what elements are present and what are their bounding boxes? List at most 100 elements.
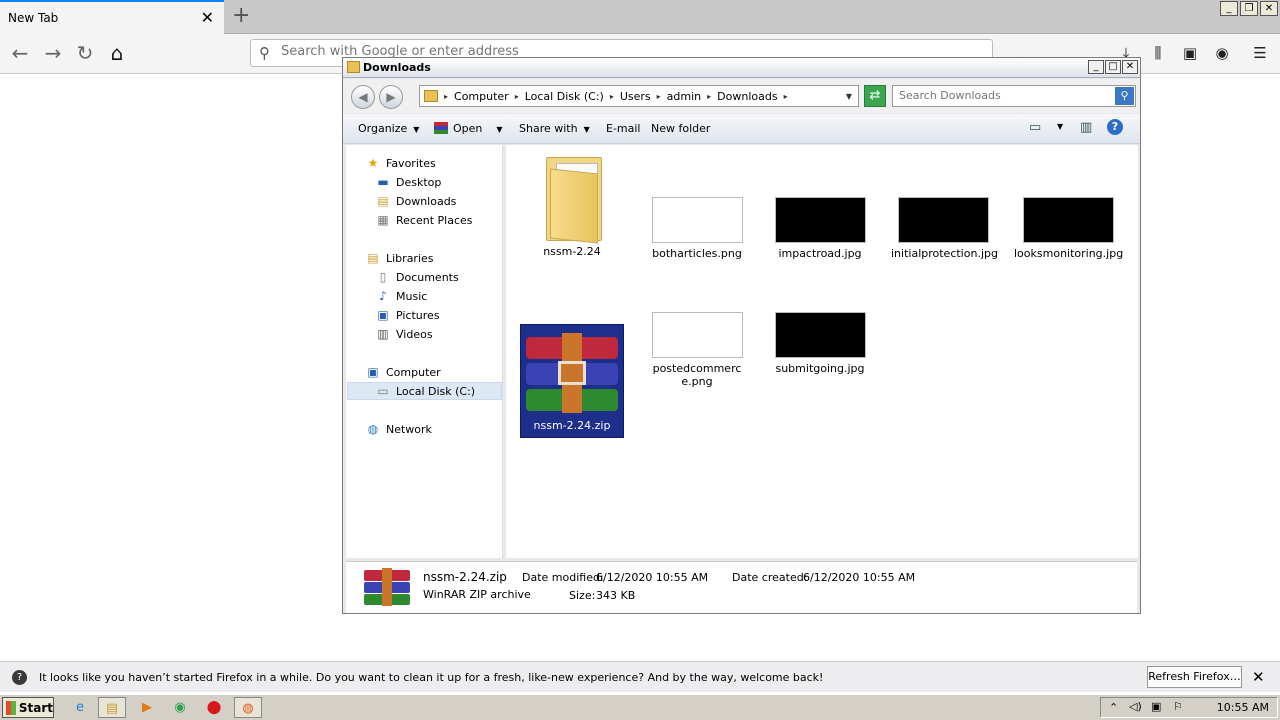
navigation-pane: ★ Favorites ▬ Desktop ▤ Downloads ▦ Recent P… [346, 145, 503, 558]
chevron-right-icon[interactable]: ▸ [444, 92, 448, 101]
change-view-icon[interactable]: ▭ [1029, 120, 1041, 135]
home-icon[interactable]: ⌂ [102, 38, 132, 68]
maximize-button[interactable]: □ [1105, 60, 1121, 74]
file-item[interactable]: submitgoing.jpg [768, 312, 872, 375]
file-item[interactable]: impactroad.jpg [768, 197, 872, 260]
search-icon[interactable]: ⚲ [1115, 87, 1134, 105]
nav-downloads[interactable]: ▤ Downloads [375, 192, 456, 210]
nav-label: Local Disk (C:) [396, 384, 476, 398]
preview-pane-icon[interactable]: ▥ [1080, 120, 1092, 135]
nav-documents[interactable]: ▯ Documents [375, 268, 459, 286]
nav-computer[interactable]: ▣ Computer [365, 363, 440, 381]
chevron-down-icon[interactable]: ▼ [846, 92, 852, 101]
email-button[interactable]: E-mail [606, 122, 641, 135]
breadcrumb-item[interactable]: Users [620, 90, 651, 103]
file-item[interactable]: looksmonitoring.jpg [1014, 197, 1123, 260]
flag-icon[interactable]: ⚐ [1173, 700, 1183, 713]
sidebar-icon[interactable]: ▣ [1176, 38, 1204, 68]
new-tab-plus-icon[interactable]: + [232, 3, 250, 28]
file-item-selected[interactable]: nssm-2.24.zip [520, 324, 624, 438]
ie-icon[interactable]: e [66, 697, 94, 718]
chevron-right-icon[interactable]: ▸ [610, 92, 614, 101]
speaker-icon[interactable]: ◁) [1129, 700, 1142, 713]
chevron-right-icon[interactable]: ▸ [707, 92, 711, 101]
close-icon[interactable]: ✕ [1252, 668, 1265, 686]
close-tab-icon[interactable]: ✕ [201, 8, 214, 27]
library-icon[interactable]: ⫼ [1144, 38, 1172, 68]
file-name: postedcommerce.png [652, 362, 742, 388]
help-icon[interactable]: ? [1107, 119, 1123, 135]
detail-date-created-label: Date created: [732, 571, 808, 584]
explorer-window: Downloads _ □ ✕ ◀ ▶ ▸ Computer ▸ Local D… [342, 57, 1141, 614]
minimize-button[interactable]: _ [1220, 1, 1238, 16]
nav-local-disk[interactable]: ▭ Local Disk (C:) [347, 382, 502, 400]
refresh-button[interactable]: ⇄ [864, 85, 886, 107]
search-input[interactable] [899, 89, 1109, 102]
breadcrumb-item[interactable]: admin [667, 90, 701, 103]
account-icon[interactable]: ◉ [1208, 38, 1236, 68]
firefox-taskbar-icon[interactable]: ◍ [234, 697, 262, 718]
menu-icon[interactable]: ☰ [1246, 38, 1274, 68]
new-folder-button[interactable]: New folder [651, 122, 710, 135]
documents-icon: ▯ [379, 270, 387, 284]
start-label: Start [18, 700, 53, 715]
image-thumbnail [651, 197, 743, 243]
file-item[interactable]: nssm-2.24 [520, 151, 624, 258]
nav-recent-places[interactable]: ▦ Recent Places [375, 211, 472, 229]
nav-music[interactable]: ♪ Music [375, 287, 427, 305]
nav-label: Network [386, 422, 432, 436]
question-icon: ? [12, 670, 27, 685]
back-arrow-icon[interactable]: ← [5, 38, 35, 68]
start-button[interactable]: Start [2, 697, 54, 718]
breadcrumb-item[interactable]: Downloads [717, 90, 777, 103]
share-with-button[interactable]: Share with ▼ [519, 122, 590, 135]
nav-libraries[interactable]: ▤ Libraries [365, 249, 433, 267]
forward-arrow-icon[interactable]: → [38, 38, 68, 68]
breadcrumb[interactable]: ▸ Computer ▸ Local Disk (C:) ▸ Users ▸ a… [419, 85, 859, 107]
nav-videos[interactable]: ▥ Videos [375, 325, 432, 343]
chrome-icon[interactable]: ◉ [166, 697, 194, 718]
restore-button[interactable]: ❐ [1240, 1, 1258, 16]
nav-favorites[interactable]: ★ Favorites [365, 154, 436, 172]
chevron-right-icon[interactable]: ▸ [657, 92, 661, 101]
file-item[interactable]: postedcommerce.png [645, 312, 749, 388]
opera-icon[interactable]: ⬤ [200, 697, 228, 718]
image-thumbnail [774, 312, 866, 358]
search-box[interactable]: ⚲ [892, 85, 1136, 107]
open-button[interactable]: Open ▼ [434, 122, 503, 135]
clock[interactable]: 10:55 AM [1217, 701, 1269, 714]
network-tray-icon[interactable]: ▣ [1151, 700, 1161, 713]
close-window-button[interactable]: ✕ [1260, 1, 1278, 16]
file-name: submitgoing.jpg [775, 362, 865, 375]
file-name: botharticles.png [652, 247, 742, 260]
file-item[interactable]: initialprotection.jpg [891, 197, 998, 260]
detail-size-label: Size: [569, 589, 596, 602]
explorer-title-bar[interactable]: Downloads _ □ ✕ [343, 58, 1140, 78]
tab-new-tab[interactable]: New Tab ✕ [0, 0, 224, 34]
refresh-firefox-button[interactable]: Refresh Firefox… [1147, 666, 1242, 688]
file-item[interactable]: botharticles.png [645, 197, 749, 260]
chevron-up-icon[interactable]: ⌃ [1109, 701, 1118, 714]
forward-button[interactable]: ▶ [379, 85, 403, 109]
breadcrumb-item[interactable]: Local Disk (C:) [525, 90, 604, 103]
media-player-icon[interactable]: ▶ [133, 697, 161, 718]
close-window-button[interactable]: ✕ [1122, 60, 1138, 74]
breadcrumb-item[interactable]: Computer [454, 90, 509, 103]
nav-desktop[interactable]: ▬ Desktop [375, 173, 441, 191]
chevron-down-icon: ▼ [583, 125, 590, 134]
nav-label: Music [396, 289, 428, 303]
nav-network[interactable]: ◍ Network [365, 420, 432, 438]
reload-icon[interactable]: ↻ [70, 38, 100, 68]
explorer-address-row: ◀ ▶ ▸ Computer ▸ Local Disk (C:) ▸ Users… [343, 79, 1140, 113]
windows-logo-icon [6, 700, 16, 715]
back-button[interactable]: ◀ [351, 85, 375, 109]
nav-pictures[interactable]: ▣ Pictures [375, 306, 439, 324]
organize-button[interactable]: Organize ▼ [358, 122, 419, 135]
chevron-right-icon[interactable]: ▸ [784, 92, 788, 101]
explorer-taskbar-icon[interactable]: ▤ [98, 697, 126, 718]
nav-label: Desktop [396, 175, 442, 189]
chevron-right-icon[interactable]: ▸ [515, 92, 519, 101]
chevron-down-icon[interactable]: ▼ [1057, 122, 1063, 131]
minimize-button[interactable]: _ [1088, 60, 1104, 74]
detail-date-modified: 6/12/2020 10:55 AM [596, 571, 709, 584]
